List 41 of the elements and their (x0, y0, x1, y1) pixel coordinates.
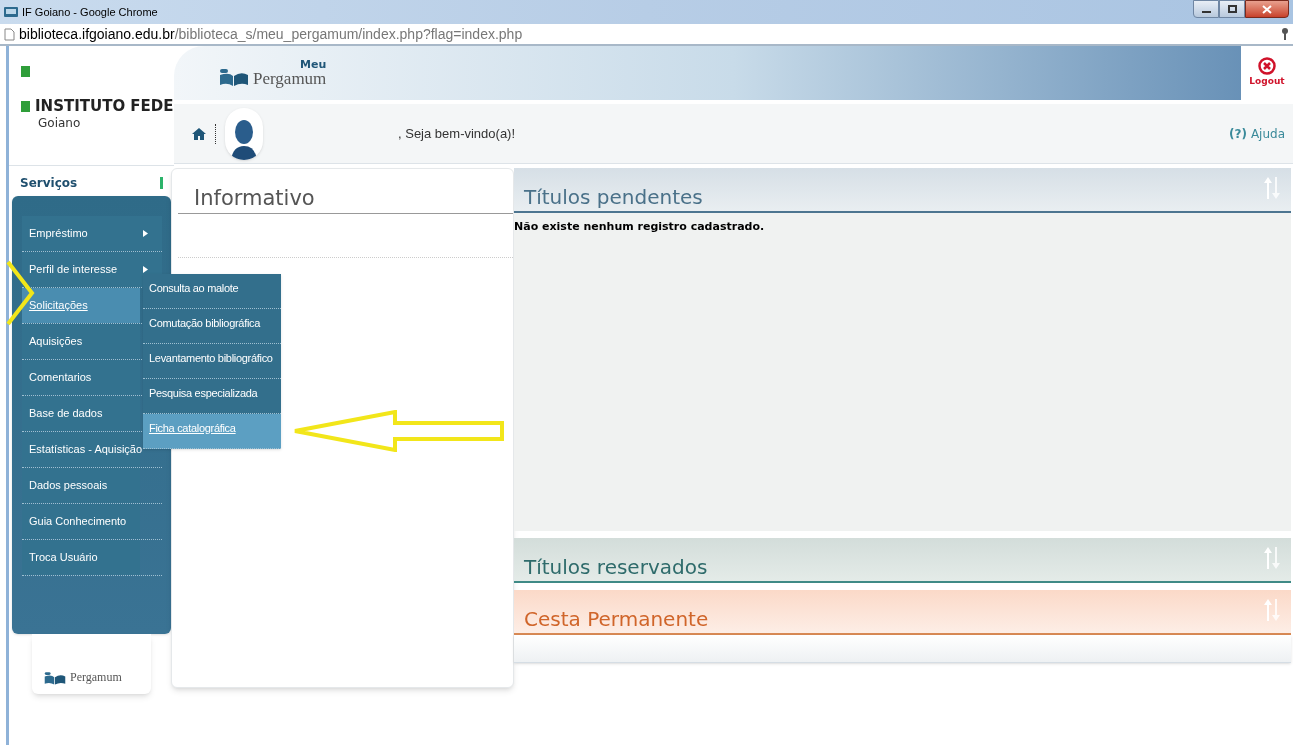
menu-item[interactable]: Empréstimo (22, 216, 162, 251)
maximize-button[interactable] (1219, 0, 1245, 18)
menu-item[interactable]: Aquisições (22, 324, 140, 359)
submenu-arrow-icon (143, 266, 148, 273)
sidebar-toggle-icon[interactable] (160, 177, 163, 189)
bullet-icon (21, 101, 30, 112)
user-avatar (225, 107, 263, 160)
browser-app-icon (4, 6, 18, 18)
panel-title: Títulos reservados (524, 557, 708, 577)
menu-item[interactable]: Solicitações (22, 288, 140, 323)
url-text: biblioteca.ifgoiano.edu.br/biblioteca_s/meu_pergamum/index.php?flag=index.php (19, 24, 523, 44)
key-icon (1281, 27, 1289, 41)
informativo-title: Informativo (194, 188, 315, 209)
institution-name: INSTITUTO FEDE (35, 99, 174, 114)
logout-icon (1258, 57, 1276, 76)
arrow-annotation-icon (293, 410, 505, 452)
logo-meu: Meu (300, 59, 327, 70)
menu-item[interactable]: Guia Conhecimento (22, 504, 140, 539)
welcome-text: , Seja bem-vindo(a)! (398, 124, 516, 143)
close-button[interactable] (1245, 0, 1289, 18)
empty-message: Não existe nenhum registro cadastrado. (514, 220, 765, 233)
pergamum-logo-icon (44, 670, 66, 686)
menu-item[interactable]: Comentarios (22, 360, 140, 395)
submenu-item[interactable]: Ficha catalográfica (143, 414, 281, 449)
minimize-button[interactable] (1193, 0, 1219, 18)
panel-title: Cesta Permanente (524, 609, 709, 629)
bullet-icon (21, 66, 30, 77)
submenu-arrow-icon (143, 230, 148, 237)
menu-item[interactable]: Troca Usuário (22, 540, 140, 575)
page-icon (4, 27, 15, 41)
campus-name: Goiano (37, 115, 82, 132)
close-icon (1262, 4, 1272, 14)
logout-button[interactable]: Logout (1241, 46, 1293, 100)
footer-logo-name: Pergamum (70, 669, 122, 686)
home-icon[interactable] (192, 126, 206, 141)
help-link[interactable]: (?) Ajuda (1229, 124, 1285, 143)
pergamum-logo-icon (219, 67, 249, 87)
window-title: IF Goiano - Google Chrome (22, 4, 158, 20)
sidebar-title: Serviços (19, 175, 78, 192)
panel-title: Títulos pendentes (524, 187, 703, 207)
logo-name: Pergamum (253, 70, 327, 87)
